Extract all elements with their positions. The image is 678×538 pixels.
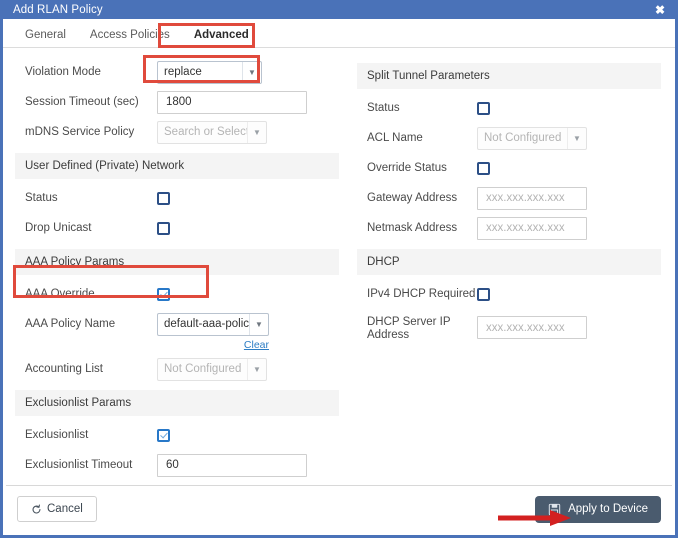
netmask-address-input[interactable]: xxx.xxx.xxx.xxx xyxy=(477,216,587,240)
override-status-checkbox[interactable] xyxy=(477,161,490,175)
row-session-timeout: Session Timeout (sec) 1800 xyxy=(15,87,339,117)
undo-icon xyxy=(31,504,42,515)
gateway-address-label: Gateway Address xyxy=(367,192,458,204)
override-status-label: Override Status xyxy=(367,162,447,174)
udn-status-label: Status xyxy=(25,192,58,204)
section-user-defined-network: User Defined (Private) Network xyxy=(15,153,339,179)
mdns-service-policy-label: mDNS Service Policy xyxy=(25,126,135,138)
chevron-down-icon: ▼ xyxy=(247,121,266,143)
split-status-checkbox[interactable] xyxy=(477,101,490,115)
udn-drop-unicast-label: Drop Unicast xyxy=(25,222,92,234)
exclusionlist-timeout-label: Exclusionlist Timeout xyxy=(25,459,133,471)
chevron-down-icon: ▼ xyxy=(247,358,266,380)
violation-mode-value: replace xyxy=(164,66,202,78)
tab-bar: General Access Policies Advanced xyxy=(3,19,675,48)
save-disk-icon xyxy=(548,503,561,516)
dhcp-server-ip-input[interactable]: xxx.xxx.xxx.xxx xyxy=(477,316,587,339)
accounting-list-label: Accounting List xyxy=(25,363,103,375)
row-ipv4-dhcp-required: IPv4 DHCP Required xyxy=(357,279,661,309)
acl-name-placeholder: Not Configured xyxy=(484,132,562,144)
row-udn-status: Status xyxy=(15,183,339,213)
accounting-list-placeholder: Not Configured xyxy=(164,363,242,375)
section-exclusionlist-params: Exclusionlist Params xyxy=(15,390,339,416)
session-timeout-label: Session Timeout (sec) xyxy=(25,96,139,108)
section-split-tunnel-parameters: Split Tunnel Parameters xyxy=(357,63,661,89)
violation-mode-label: Violation Mode xyxy=(25,66,101,78)
split-status-label: Status xyxy=(367,102,400,114)
udn-drop-unicast-checkbox[interactable] xyxy=(157,221,170,235)
dialog-footer: Cancel Apply to Device xyxy=(6,485,672,532)
left-column: Violation Mode replace ▼ Session Timeout… xyxy=(3,57,351,508)
row-violation-mode: Violation Mode replace ▼ xyxy=(15,57,339,87)
clear-link[interactable]: Clear xyxy=(244,339,269,351)
netmask-address-label: Netmask Address xyxy=(367,222,458,234)
acl-name-label: ACL Name xyxy=(367,132,423,144)
row-netmask-address: Netmask Address xxx.xxx.xxx.xxx xyxy=(357,213,661,243)
row-gateway-address: Gateway Address xxx.xxx.xxx.xxx xyxy=(357,183,661,213)
exclusionlist-timeout-input[interactable]: 60 xyxy=(157,453,307,477)
row-acl-name: ACL Name Not Configured ▼ xyxy=(357,123,661,153)
row-aaa-policy-name: AAA Policy Name default-aaa-policy ▼ xyxy=(15,309,339,339)
exclusionlist-checkbox[interactable] xyxy=(157,428,170,442)
exclusionlist-label: Exclusionlist xyxy=(25,429,89,441)
row-exclusionlist-timeout: Exclusionlist Timeout 60 xyxy=(15,450,339,480)
chevron-down-icon: ▼ xyxy=(567,127,586,149)
dialog-title: Add RLAN Policy xyxy=(13,3,103,16)
ipv4-dhcp-required-checkbox[interactable] xyxy=(477,287,490,301)
apply-to-device-label: Apply to Device xyxy=(568,503,648,515)
apply-to-device-button[interactable]: Apply to Device xyxy=(535,495,661,523)
aaa-policy-name-value: default-aaa-policy xyxy=(164,318,249,330)
chevron-down-icon: ▼ xyxy=(242,61,261,83)
row-mdns-service-policy: mDNS Service Policy Search or Select ▼ xyxy=(15,117,339,147)
section-aaa-policy-params: AAA Policy Params xyxy=(15,249,339,275)
row-split-status: Status xyxy=(357,93,661,123)
dhcp-server-ip-label: DHCP Server IP Address xyxy=(367,316,451,341)
acl-name-select[interactable]: Not Configured ▼ xyxy=(477,126,587,150)
row-accounting-list: Accounting List Not Configured ▼ xyxy=(15,354,339,384)
dialog-titlebar: Add RLAN Policy ✖ xyxy=(3,0,675,19)
dialog-content: Violation Mode replace ▼ Session Timeout… xyxy=(3,48,675,508)
chevron-down-icon: ▼ xyxy=(249,313,268,335)
aaa-policy-name-label: AAA Policy Name xyxy=(25,318,116,330)
right-column: Split Tunnel Parameters Status ACL Name … xyxy=(351,57,675,508)
mdns-service-policy-select[interactable]: Search or Select ▼ xyxy=(157,120,267,144)
aaa-override-checkbox[interactable] xyxy=(157,287,170,301)
close-icon[interactable]: ✖ xyxy=(653,4,667,16)
cancel-button[interactable]: Cancel xyxy=(17,496,97,522)
row-clear-link: Clear xyxy=(15,339,339,354)
row-exclusionlist: Exclusionlist xyxy=(15,420,339,450)
gateway-address-input[interactable]: xxx.xxx.xxx.xxx xyxy=(477,186,587,210)
tab-advanced[interactable]: Advanced xyxy=(182,29,261,48)
mdns-service-policy-placeholder: Search or Select xyxy=(164,126,247,138)
tab-general[interactable]: General xyxy=(13,29,78,47)
ipv4-dhcp-required-label: IPv4 DHCP Required xyxy=(367,288,476,300)
section-dhcp: DHCP xyxy=(357,249,661,275)
cancel-button-label: Cancel xyxy=(47,503,83,515)
row-aaa-override: AAA Override xyxy=(15,279,339,309)
row-override-status: Override Status xyxy=(357,153,661,183)
row-udn-drop-unicast: Drop Unicast xyxy=(15,213,339,243)
aaa-override-label: AAA Override xyxy=(25,288,95,300)
aaa-policy-name-select[interactable]: default-aaa-policy ▼ xyxy=(157,312,269,336)
add-rlan-policy-dialog: Add RLAN Policy ✖ General Access Policie… xyxy=(0,0,678,538)
tab-access-policies[interactable]: Access Policies xyxy=(78,29,182,47)
session-timeout-input[interactable]: 1800 xyxy=(157,90,307,114)
row-dhcp-server-ip: DHCP Server IP Address xxx.xxx.xxx.xxx xyxy=(357,309,661,343)
udn-status-checkbox[interactable] xyxy=(157,191,170,205)
accounting-list-select[interactable]: Not Configured ▼ xyxy=(157,357,267,381)
violation-mode-select[interactable]: replace ▼ xyxy=(157,60,262,84)
